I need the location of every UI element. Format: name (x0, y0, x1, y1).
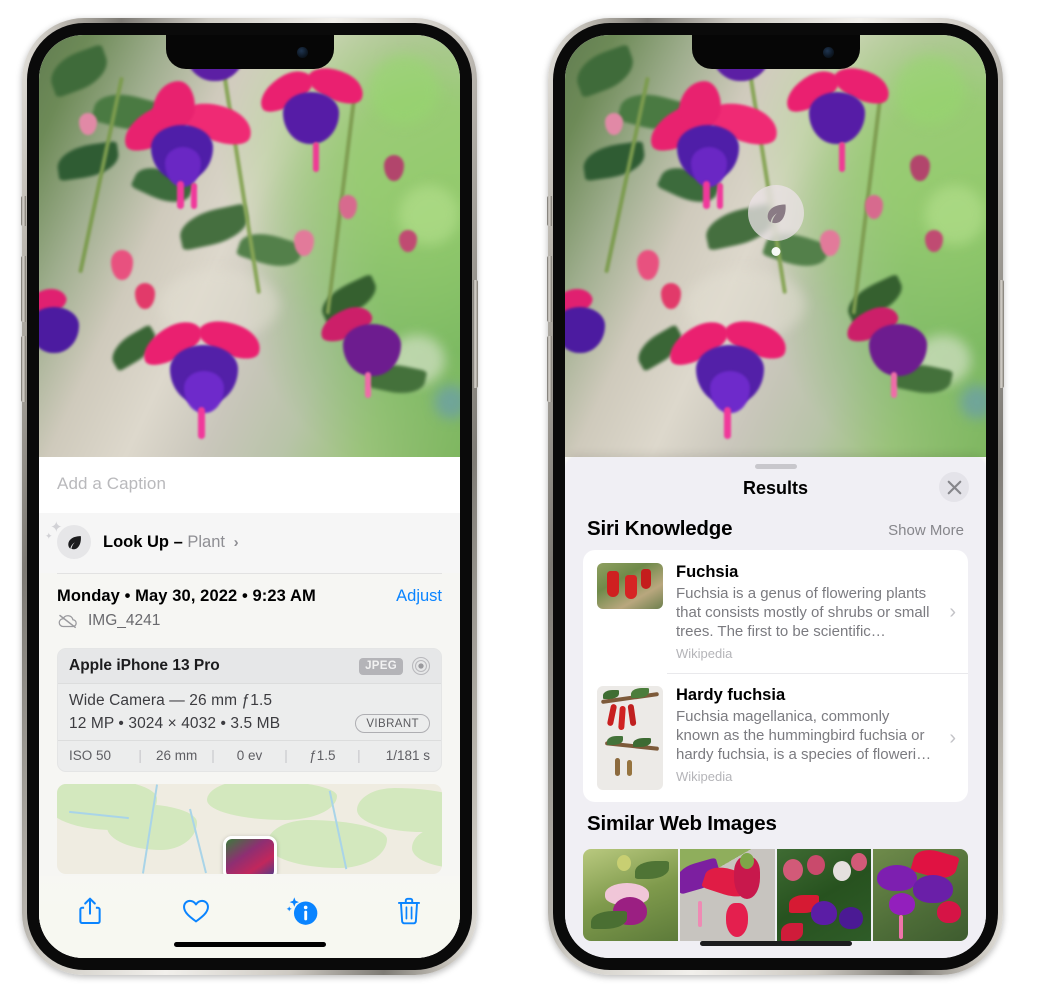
exif-stats-row: ISO 50 | 26 mm | 0 ev | ƒ1.5 | 1/181 s (58, 740, 441, 771)
device-notch (165, 35, 334, 69)
similar-web-images-header: Similar Web Images (565, 802, 986, 845)
resolution-line: 12 MP • 3024 × 4032 • 3.5 MB (69, 714, 281, 732)
exif-shutter: 1/181 s (385, 748, 431, 763)
mute-switch[interactable] (21, 196, 26, 226)
location-map[interactable] (57, 784, 442, 874)
home-indicator[interactable] (699, 941, 852, 946)
result-description: Fuchsia magellanica, commonly known as t… (676, 708, 932, 763)
lens-line: Wide Camera — 26 mm ƒ1.5 (69, 692, 273, 709)
volume-up-button[interactable] (21, 256, 26, 322)
result-source: Wikipedia (676, 646, 733, 661)
trash-icon[interactable] (386, 890, 432, 932)
screenshot-root: Add a Caption ✦ ✦ Look Up – Plant › Mond… (0, 0, 1055, 985)
right-phone-screen: Results Siri Knowledge Show More Fuchsia… (565, 35, 986, 958)
result-title: Fuchsia (676, 563, 739, 581)
siri-knowledge-title: Siri Knowledge (587, 517, 733, 540)
show-more-button[interactable]: Show More (888, 522, 964, 539)
photo-viewer[interactable] (565, 35, 986, 457)
leaf-icon: ✦ ✦ (45, 520, 91, 559)
photo-metadata: Monday • May 30, 2022 • 9:23 AM Adjust I… (39, 574, 460, 640)
volume-down-button[interactable] (547, 336, 552, 402)
chevron-right-icon: › (949, 600, 956, 623)
file-name: IMG_4241 (88, 612, 161, 629)
sheet-title: Results (742, 477, 809, 498)
home-indicator[interactable] (173, 942, 326, 947)
result-title: Hardy fuchsia (676, 686, 786, 704)
close-icon[interactable] (939, 472, 969, 502)
look-up-separator: – (173, 532, 183, 551)
chevron-right-icon: › (949, 726, 956, 749)
share-icon[interactable] (67, 890, 113, 932)
photo-viewer[interactable] (39, 35, 460, 457)
visual-lookup-leaf-badge[interactable] (748, 185, 804, 256)
sparkle-icon-small: ✦ (45, 531, 53, 541)
sheet-header: Results (565, 469, 986, 507)
side-power-button[interactable] (473, 280, 478, 388)
similar-web-images-title: Similar Web Images (587, 812, 777, 835)
map-photo-pin[interactable] (222, 836, 277, 874)
exif-focal: 26 mm (155, 748, 198, 763)
heart-icon[interactable] (173, 890, 219, 932)
device-name: Apple iPhone 13 Pro (69, 657, 220, 674)
adjust-button[interactable]: Adjust (396, 587, 442, 606)
list-item[interactable] (583, 849, 678, 941)
icloud-slash-icon (58, 614, 77, 629)
siri-knowledge-card: Fuchsia Fuchsia is a genus of flowering … (583, 550, 968, 802)
photo-info-panel: Add a Caption ✦ ✦ Look Up – Plant › Mond… (39, 457, 460, 958)
exif-card[interactable]: Apple iPhone 13 Pro JPEG Wide Camera — 2… (57, 648, 442, 772)
list-item[interactable]: Hardy fuchsia Fuchsia magellanica, commo… (583, 673, 968, 802)
leaf-icon (748, 185, 804, 241)
right-phone-device: Results Siri Knowledge Show More Fuchsia… (547, 18, 1004, 975)
result-thumbnail (597, 563, 663, 609)
info-sparkle-icon[interactable] (280, 890, 326, 932)
siri-knowledge-header: Siri Knowledge Show More (565, 507, 986, 550)
result-thumbnail (597, 686, 663, 790)
profile-badge: VIBRANT (355, 714, 430, 733)
exif-iso: ISO 50 (69, 748, 112, 763)
volume-up-button[interactable] (547, 256, 552, 322)
front-camera-icon (296, 47, 308, 58)
front-camera-icon (822, 47, 834, 58)
look-up-row[interactable]: ✦ ✦ Look Up – Plant › (39, 513, 460, 573)
left-phone-device: Add a Caption ✦ ✦ Look Up – Plant › Mond… (21, 18, 478, 975)
results-sheet: Results Siri Knowledge Show More Fuchsia… (565, 457, 986, 958)
chevron-right-icon: › (233, 533, 239, 551)
device-notch (691, 35, 860, 69)
look-up-label: Look Up – Plant › (103, 533, 239, 552)
format-badge: JPEG (359, 657, 403, 675)
result-description: Fuchsia is a genus of flowering plants t… (676, 585, 930, 640)
similar-web-images-strip[interactable] (565, 849, 986, 941)
result-source: Wikipedia (676, 769, 733, 784)
list-item[interactable] (776, 849, 872, 941)
caption-input[interactable]: Add a Caption (39, 457, 460, 513)
capture-date: Monday • May 30, 2022 • 9:23 AM (57, 587, 316, 605)
volume-down-button[interactable] (21, 336, 26, 402)
list-item[interactable] (873, 849, 968, 941)
list-item[interactable] (679, 849, 775, 941)
left-phone-screen: Add a Caption ✦ ✦ Look Up – Plant › Mond… (39, 35, 460, 958)
look-up-subject: Plant (187, 532, 225, 551)
side-power-button[interactable] (999, 280, 1004, 388)
list-item[interactable]: Fuchsia Fuchsia is a genus of flowering … (583, 550, 968, 673)
lookup-anchor-dot (771, 247, 781, 256)
lens-icon (411, 656, 431, 676)
exif-aperture: ƒ1.5 (309, 748, 336, 763)
mute-switch[interactable] (547, 196, 552, 226)
exif-exposure: 0 ev (236, 748, 263, 763)
look-up-title: Look Up (103, 532, 169, 551)
